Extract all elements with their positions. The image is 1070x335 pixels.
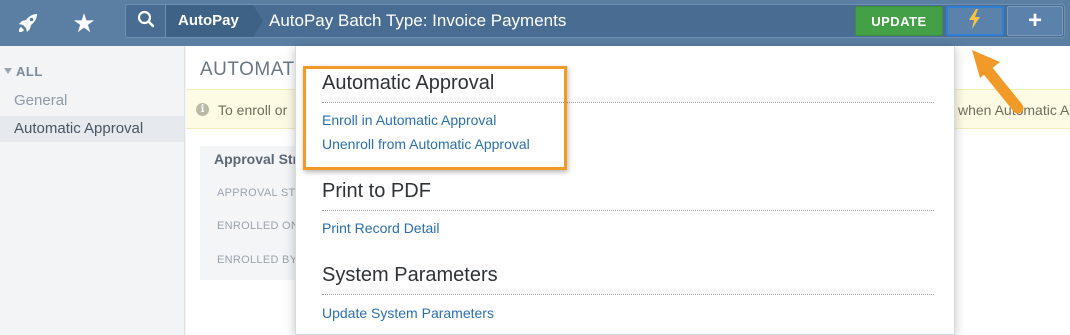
- enroll-automatic-approval-link[interactable]: Enroll in Automatic Approval: [322, 112, 496, 128]
- sidebar-all-toggle[interactable]: ALL: [4, 64, 43, 79]
- update-button[interactable]: UPDATE: [855, 6, 943, 36]
- caret-down-icon: [4, 68, 12, 74]
- search-button[interactable]: [126, 5, 166, 37]
- actions-button[interactable]: [946, 6, 1004, 36]
- actions-dropdown-menu: Automatic Approval Enroll in Automatic A…: [295, 46, 955, 335]
- breadcrumb-app-link[interactable]: AutoPay: [166, 5, 263, 37]
- record-title: AutoPay Batch Type: Invoice Payments: [269, 11, 567, 30]
- rocket-icon[interactable]: [0, 0, 56, 46]
- menu-heading-system-parameters: System Parameters: [322, 264, 498, 286]
- top-navigation-bar: ★ AutoPay AutoPay Batch Type: Invoice Pa…: [0, 0, 1070, 46]
- menu-heading-print-to-pdf: Print to PDF: [322, 180, 431, 202]
- star-icon[interactable]: ★: [56, 0, 112, 46]
- divider: [322, 102, 934, 103]
- add-button[interactable]: +: [1007, 6, 1063, 36]
- print-record-detail-link[interactable]: Print Record Detail: [322, 220, 440, 236]
- field-label-enrolled-by: ENROLLED BY: [217, 254, 298, 266]
- sidebar-item-automatic-approval[interactable]: Automatic Approval: [0, 116, 184, 142]
- info-icon: i: [196, 103, 209, 116]
- breadcrumb: AutoPay AutoPay Batch Type: Invoice Paym…: [125, 4, 1065, 38]
- field-label-approval-strategy: APPROVAL STR: [217, 187, 304, 199]
- plus-icon: +: [1027, 7, 1042, 34]
- unenroll-automatic-approval-link[interactable]: Unenroll from Automatic Approval: [322, 136, 530, 152]
- field-label-enrolled-on: ENROLLED ON: [217, 220, 300, 232]
- divider: [322, 294, 934, 295]
- lightning-bolt-icon: [968, 8, 982, 34]
- sidebar-item-general[interactable]: General: [14, 92, 67, 109]
- info-text: To enroll or: [218, 102, 288, 118]
- panel-heading: Approval Str: [214, 151, 299, 167]
- sidebar-all-label: ALL: [16, 64, 43, 79]
- section-title: AUTOMATI: [200, 59, 301, 80]
- info-text-continued: when Automatic A: [958, 102, 1070, 118]
- search-icon: [137, 10, 155, 33]
- sidebar: ALL General Automatic Approval: [0, 46, 185, 335]
- update-system-parameters-link[interactable]: Update System Parameters: [322, 305, 494, 321]
- divider: [322, 210, 934, 211]
- menu-heading-automatic-approval: Automatic Approval: [322, 72, 495, 94]
